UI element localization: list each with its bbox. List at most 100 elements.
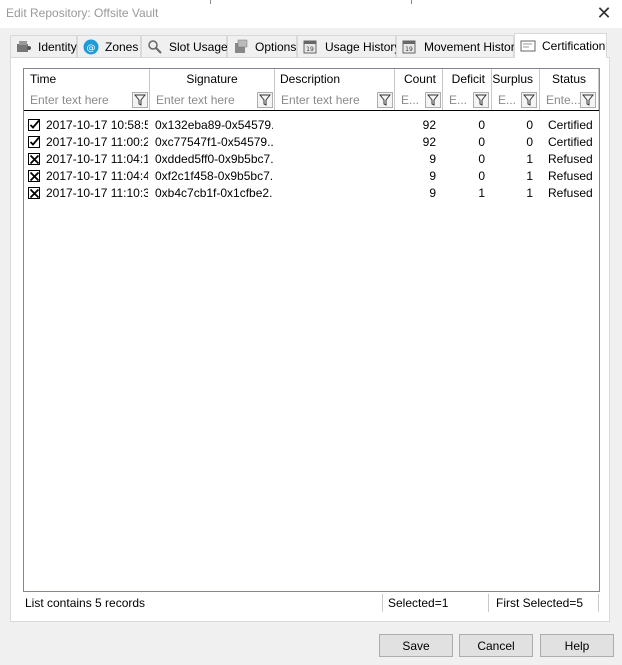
filter-icon[interactable] <box>377 92 393 108</box>
calendar-icon: 19 <box>303 39 319 55</box>
refused-cross-icon <box>28 153 41 166</box>
filter-input-surplus[interactable] <box>492 90 520 110</box>
filter-input-time[interactable] <box>24 90 128 110</box>
table-row[interactable]: 2017-10-17 11:00:27 0xc77547f1-0x54579...… <box>24 134 599 151</box>
divider <box>411 0 412 4</box>
tab-slot-usage[interactable]: Slot Usage <box>141 35 228 57</box>
filter-icon[interactable] <box>425 92 441 108</box>
filter-icon[interactable] <box>257 92 273 108</box>
cell-status: Certified <box>548 118 593 132</box>
filter-icon[interactable] <box>521 92 537 108</box>
cancel-button[interactable]: Cancel <box>459 634 533 657</box>
help-button[interactable]: Help <box>540 634 614 657</box>
tab-label: Usage History <box>325 39 401 54</box>
column-header-time[interactable]: Time <box>30 69 56 89</box>
cell-status: Refused <box>548 169 593 183</box>
cell-description <box>280 168 390 185</box>
cell-status: Refused <box>548 152 593 166</box>
tab-label: Slot Usage <box>169 39 228 54</box>
table-row[interactable]: 2017-10-17 11:04:41 0xf2c1f458-0x9b5bc7..… <box>24 168 599 185</box>
refused-cross-icon <box>28 187 41 200</box>
filter-input-description[interactable] <box>275 90 375 110</box>
table-row[interactable]: 2017-10-17 11:10:30 0xb4c7cb1f-0x1cfbe2..… <box>24 185 599 202</box>
tab-label: Options <box>255 39 297 54</box>
cell-signature: 0xf2c1f458-0x9b5bc7... <box>155 169 273 183</box>
grid-rows: 2017-10-17 10:58:55 0x132eba89-0x54579...… <box>24 117 599 202</box>
filter-cell-surplus <box>492 90 539 110</box>
cell-count: 9 <box>429 186 436 200</box>
filter-cell-description <box>275 90 394 110</box>
svg-text:@: @ <box>87 43 96 53</box>
cell-count: 9 <box>429 169 436 183</box>
cell-signature: 0x132eba89-0x54579... <box>155 118 273 132</box>
filter-input-status[interactable] <box>540 90 580 110</box>
tab-strip: Identity @ Zones Slot Usage Options 19 U… <box>10 33 610 58</box>
cell-description <box>280 134 390 151</box>
filter-input-count[interactable] <box>395 90 423 110</box>
filter-input-signature[interactable] <box>150 90 254 110</box>
filter-icon[interactable] <box>132 92 148 108</box>
cell-time: 2017-10-17 11:10:30 <box>46 186 148 200</box>
cell-time: 2017-10-17 11:04:12 <box>46 152 148 166</box>
certification-panel: Time Signature Description Count Deficit… <box>10 57 610 622</box>
filter-row <box>24 89 599 111</box>
certification-grid: Time Signature Description Count Deficit… <box>23 68 600 592</box>
grid-header: Time Signature Description Count Deficit… <box>24 69 599 89</box>
cell-description <box>280 151 390 168</box>
status-divider <box>488 594 489 612</box>
close-icon[interactable]: ✕ <box>596 3 612 23</box>
column-header-surplus[interactable]: Surplus <box>492 69 533 89</box>
tab-movement-history[interactable]: 19 Movement History <box>396 35 521 57</box>
filter-input-deficit[interactable] <box>443 90 471 110</box>
table-row[interactable]: 2017-10-17 10:58:55 0x132eba89-0x54579...… <box>24 117 599 134</box>
identity-icon <box>16 39 32 55</box>
column-header-signature[interactable]: Signature <box>150 69 274 89</box>
cell-time: 2017-10-17 11:00:27 <box>46 135 148 149</box>
cell-description <box>280 117 390 134</box>
cell-surplus: 1 <box>526 169 533 183</box>
tab-options[interactable]: Options <box>227 35 297 57</box>
svg-text:19: 19 <box>306 46 314 53</box>
cell-status: Certified <box>548 135 593 149</box>
cell-surplus: 1 <box>526 186 533 200</box>
cell-description <box>280 185 390 202</box>
cell-time: 2017-10-17 10:58:55 <box>46 118 148 132</box>
cell-count: 9 <box>429 152 436 166</box>
window-title: Edit Repository: Offsite Vault <box>6 6 159 20</box>
status-divider <box>382 594 383 612</box>
cell-deficit: 0 <box>478 152 485 166</box>
record-count: List contains 5 records <box>25 596 146 610</box>
cell-surplus: 0 <box>526 118 533 132</box>
column-header-count[interactable]: Count <box>394 69 436 89</box>
title-bar: Edit Repository: Offsite Vault ✕ <box>0 0 622 28</box>
magnifier-icon <box>147 39 163 55</box>
save-button[interactable]: Save <box>379 634 453 657</box>
cell-signature: 0xc77547f1-0x54579... <box>155 135 273 149</box>
selected-count: Selected=1 <box>388 596 449 610</box>
filter-cell-count <box>395 90 442 110</box>
tab-label: Zones <box>105 39 139 54</box>
first-selected: First Selected=5 <box>496 596 584 610</box>
certificate-icon <box>520 38 536 54</box>
cell-deficit: 0 <box>478 118 485 132</box>
column-header-description[interactable]: Description <box>280 69 340 89</box>
cell-count: 92 <box>422 118 436 132</box>
column-header-deficit[interactable]: Deficit <box>444 69 485 89</box>
status-bar: List contains 5 records Selected=1 First… <box>23 594 600 614</box>
tab-zones[interactable]: @ Zones <box>77 35 141 57</box>
filter-cell-deficit <box>443 90 491 110</box>
calendar-icon: 19 <box>402 39 418 55</box>
cell-time: 2017-10-17 11:04:41 <box>46 169 148 183</box>
cell-deficit: 0 <box>478 135 485 149</box>
filter-icon[interactable] <box>473 92 489 108</box>
filter-cell-signature <box>150 90 274 110</box>
tab-certification[interactable]: Certification <box>514 33 607 58</box>
filter-icon[interactable] <box>580 92 596 108</box>
cell-surplus: 0 <box>526 135 533 149</box>
cell-count: 92 <box>422 135 436 149</box>
tab-identity[interactable]: Identity <box>10 35 77 57</box>
table-row[interactable]: 2017-10-17 11:04:12 0xdded5ff0-0x9b5bc7..… <box>24 151 599 168</box>
column-header-status[interactable]: Status <box>539 69 599 89</box>
filter-cell-status <box>540 90 598 110</box>
tab-usage-history[interactable]: 19 Usage History <box>297 35 400 57</box>
